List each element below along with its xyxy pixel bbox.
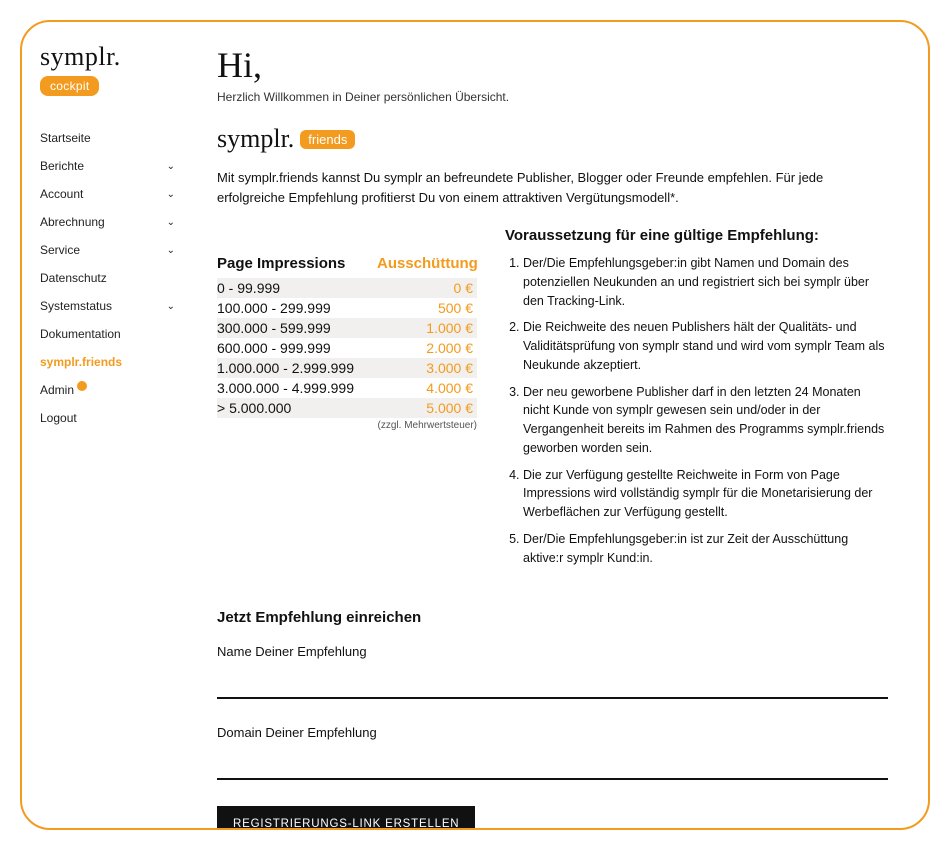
condition-item: Der neu geworbene Publisher darf in den … — [523, 383, 888, 458]
nav-datenschutz[interactable]: Datenschutz — [40, 264, 187, 292]
nav-berichte[interactable]: Berichte ⌄ — [40, 152, 187, 180]
nav-service[interactable]: Service ⌄ — [40, 236, 187, 264]
table-header: Page Impressions Ausschüttung — [217, 255, 477, 272]
payout-table-column: Page Impressions Ausschüttung 0 - 99.999… — [217, 227, 477, 575]
conditions-heading: Voraussetzung für eine gültige Empfehlun… — [505, 227, 888, 244]
nav-label: Admin — [40, 383, 87, 397]
chevron-down-icon: ⌄ — [167, 301, 175, 312]
nav-account[interactable]: Account ⌄ — [40, 180, 187, 208]
nav-label: Dokumentation — [40, 327, 121, 341]
table-row: 1.000.000 - 2.999.9993.000 € — [217, 358, 477, 378]
th-payout: Ausschüttung — [377, 255, 477, 272]
nav-label: Datenschutz — [40, 271, 107, 285]
two-columns: Page Impressions Ausschüttung 0 - 99.999… — [217, 227, 888, 575]
condition-item: Der/Die Empfehlungsgeber:in gibt Namen u… — [523, 254, 888, 310]
sidebar: symplr. cockpit Startseite Berichte ⌄ Ac… — [22, 22, 187, 828]
nav-abrechnung[interactable]: Abrechnung ⌄ — [40, 208, 187, 236]
nav-label: Account — [40, 187, 83, 201]
domain-label: Domain Deiner Empfehlung — [217, 725, 888, 740]
nav-label: Berichte — [40, 159, 84, 173]
table-row: 100.000 - 299.999500 € — [217, 298, 477, 318]
condition-item: Die zur Verfügung gestellte Reichweite i… — [523, 466, 888, 522]
nav-dokumentation[interactable]: Dokumentation — [40, 320, 187, 348]
chevron-down-icon: ⌄ — [167, 245, 175, 256]
form-heading: Jetzt Empfehlung einreichen — [217, 609, 888, 626]
chevron-down-icon: ⌄ — [167, 217, 175, 228]
nav-symplr-friends[interactable]: symplr.friends — [40, 348, 187, 376]
nav-startseite[interactable]: Startseite — [40, 124, 187, 152]
nav-label: Abrechnung — [40, 215, 105, 229]
chevron-down-icon: ⌄ — [167, 189, 175, 200]
logo-text: symplr. — [40, 42, 187, 72]
nav-label: Service — [40, 243, 80, 257]
name-input[interactable] — [217, 663, 888, 699]
brand-line: symplr. friends — [217, 124, 888, 154]
conditions-column: Voraussetzung für eine gültige Empfehlun… — [505, 227, 888, 575]
nav-systemstatus[interactable]: Systemstatus ⌄ — [40, 292, 187, 320]
referral-form: Jetzt Empfehlung einreichen Name Deiner … — [217, 609, 888, 828]
brand-symplr: symplr. — [217, 124, 294, 154]
app-window: symplr. cockpit Startseite Berichte ⌄ Ac… — [20, 20, 930, 830]
nav-admin[interactable]: Admin — [40, 376, 187, 404]
nav-logout[interactable]: Logout — [40, 404, 187, 432]
table-row: 600.000 - 999.9992.000 € — [217, 338, 477, 358]
table-row: > 5.000.0005.000 € — [217, 398, 477, 418]
nav-label: Logout — [40, 411, 77, 425]
nav-label: Startseite — [40, 131, 91, 145]
domain-input[interactable] — [217, 744, 888, 780]
nav-label: symplr.friends — [40, 355, 122, 369]
notification-dot-icon — [77, 381, 87, 391]
th-impressions: Page Impressions — [217, 255, 377, 272]
table-body: 0 - 99.9990 € 100.000 - 299.999500 € 300… — [217, 278, 477, 418]
intro-text: Mit symplr.friends kannst Du symplr an b… — [217, 168, 888, 207]
create-link-button[interactable]: REGISTRIERUNGS-LINK ERSTELLEN — [217, 806, 475, 828]
conditions-list: Der/Die Empfehlungsgeber:in gibt Namen u… — [505, 254, 888, 567]
greeting-subtext: Herzlich Willkommen in Deiner persönlich… — [217, 90, 888, 104]
condition-item: Der/Die Empfehlungsgeber:in ist zur Zeit… — [523, 530, 888, 568]
table-row: 300.000 - 599.9991.000 € — [217, 318, 477, 338]
condition-item: Die Reichweite des neuen Publishers hält… — [523, 318, 888, 374]
name-label: Name Deiner Empfehlung — [217, 644, 888, 659]
logo-badge: cockpit — [40, 76, 99, 96]
main-content: Hi, Herzlich Willkommen in Deiner persön… — [187, 22, 928, 828]
greeting-heading: Hi, — [217, 44, 888, 86]
chevron-down-icon: ⌄ — [167, 161, 175, 172]
payout-table: Page Impressions Ausschüttung 0 - 99.999… — [217, 255, 477, 431]
nav: Startseite Berichte ⌄ Account ⌄ Abrechnu… — [40, 124, 187, 432]
table-row: 3.000.000 - 4.999.9994.000 € — [217, 378, 477, 398]
nav-label: Systemstatus — [40, 299, 112, 313]
vat-note: (zzgl. Mehrwertsteuer) — [217, 420, 477, 431]
table-row: 0 - 99.9990 € — [217, 278, 477, 298]
brand-friends-badge: friends — [300, 130, 355, 149]
